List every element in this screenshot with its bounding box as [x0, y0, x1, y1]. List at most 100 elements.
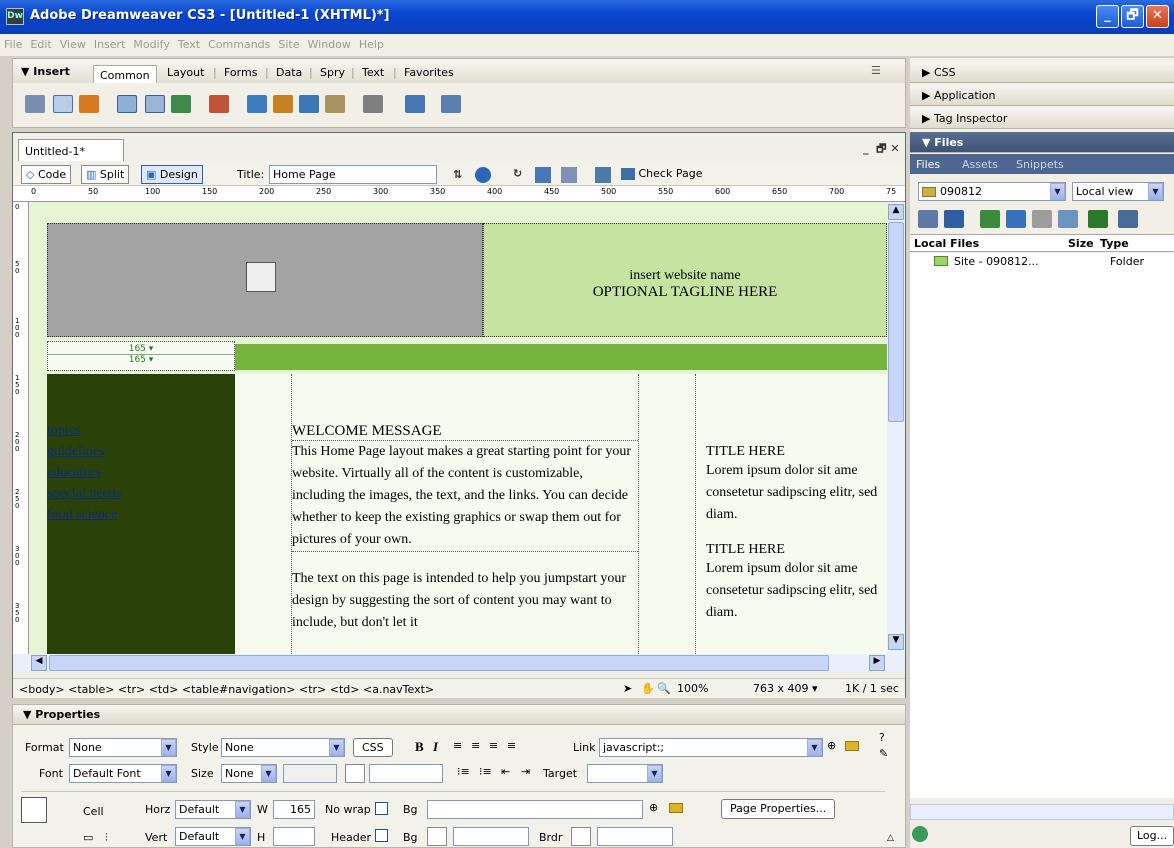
border-color-swatch[interactable]: [571, 827, 591, 846]
select-tool-icon[interactable]: ➤: [623, 682, 632, 695]
menu-modify[interactable]: Modify: [129, 34, 173, 51]
point-to-file-icon[interactable]: ⊕: [827, 739, 836, 752]
nav-link-guidelines[interactable]: guidelines: [47, 441, 235, 462]
div-icon[interactable]: [145, 95, 165, 113]
vert-select[interactable]: Default ▼: [175, 827, 251, 846]
style-select[interactable]: None ▼: [221, 738, 345, 757]
expand-icon[interactable]: [1118, 210, 1138, 228]
site-tagline[interactable]: OPTIONAL TAGLINE HERE: [484, 284, 886, 301]
menu-site[interactable]: Site: [274, 34, 303, 51]
column-size[interactable]: Size: [1068, 237, 1094, 250]
welcome-paragraph-2[interactable]: The text on this page is intended to hel…: [292, 568, 638, 634]
justify-icon[interactable]: ≡: [507, 739, 516, 752]
size-select[interactable]: None ▼: [221, 764, 277, 783]
email-link-icon[interactable]: [53, 95, 73, 113]
templates-icon[interactable]: [405, 95, 425, 113]
bg-color-input[interactable]: [453, 827, 529, 846]
indent-icon[interactable]: ⇥: [521, 765, 530, 778]
tab-favorites[interactable]: Favorites: [398, 63, 460, 82]
menu-window[interactable]: Window: [304, 34, 355, 51]
browse-folder-icon[interactable]: [669, 803, 683, 813]
column-type[interactable]: Type: [1100, 237, 1129, 250]
panel-options-icon[interactable]: ☰: [871, 64, 881, 77]
outdent-icon[interactable]: ⇤: [501, 765, 510, 778]
scroll-left-icon[interactable]: ◀: [31, 655, 47, 671]
target-select[interactable]: ▼: [587, 764, 663, 783]
nowrap-checkbox[interactable]: [375, 802, 388, 815]
main-content-cell[interactable]: WELCOME MESSAGE This Home Page layout ma…: [291, 374, 639, 654]
refresh-icon[interactable]: [944, 210, 964, 228]
file-row-name[interactable]: Site - 090812...: [954, 255, 1039, 268]
application-panel-header[interactable]: ▶ Application: [910, 85, 1174, 106]
menu-file[interactable]: File: [0, 34, 26, 51]
sidebar-text-1[interactable]: Lorem ipsum dolor sit ame consetetur sad…: [706, 460, 887, 526]
view-select[interactable]: Local view ▼: [1072, 182, 1164, 201]
align-center-icon[interactable]: ≡: [471, 739, 480, 752]
insert-bar-label[interactable]: ▼ Insert: [21, 65, 70, 78]
column-local-files[interactable]: Local Files: [914, 237, 979, 250]
named-anchor-icon[interactable]: [79, 95, 99, 113]
zoom-tool-icon[interactable]: 🔍: [657, 682, 671, 695]
horz-select[interactable]: Default ▼: [175, 800, 251, 819]
preview-in-browser-icon[interactable]: [475, 167, 491, 183]
properties-header[interactable]: ▼ Properties: [13, 705, 905, 725]
hand-tool-icon[interactable]: ✋: [641, 682, 655, 695]
css-panel-header[interactable]: ▶ CSS: [910, 62, 1174, 83]
site-select[interactable]: 090812 ▼: [918, 182, 1066, 201]
header-image-placeholder[interactable]: [47, 223, 483, 337]
server-side-include-icon[interactable]: [273, 95, 293, 113]
get-files-icon[interactable]: [980, 210, 1000, 228]
connect-icon[interactable]: [918, 210, 938, 228]
tab-data[interactable]: Data: [270, 63, 308, 82]
menu-view[interactable]: View: [56, 34, 90, 51]
merge-cells-icon[interactable]: ▭: [83, 831, 93, 844]
table-icon[interactable]: [117, 95, 137, 113]
tag-chooser-icon[interactable]: [441, 95, 461, 113]
welcome-paragraph-1[interactable]: This Home Page layout makes a great star…: [292, 441, 638, 552]
bold-button[interactable]: B: [415, 739, 424, 755]
image-icon[interactable]: [171, 95, 191, 113]
horizontal-scrollbar[interactable]: ◀ ▶: [13, 654, 905, 672]
text-color-swatch[interactable]: [345, 764, 365, 783]
nav-link-special-needs[interactable]: special needs: [47, 483, 235, 504]
view-options-icon[interactable]: [535, 167, 551, 183]
width-label[interactable]: 165 ▾: [48, 342, 234, 355]
comment-icon[interactable]: [299, 95, 319, 113]
border-color-input[interactable]: [597, 827, 673, 846]
menu-commands[interactable]: Commands: [204, 34, 274, 51]
head-icon[interactable]: [325, 95, 345, 113]
sidebar-text-2[interactable]: Lorem ipsum dolor sit ame consetetur sad…: [706, 558, 887, 624]
css-button[interactable]: CSS: [353, 738, 393, 757]
put-files-icon[interactable]: [1006, 210, 1026, 228]
vertical-scrollbar[interactable]: ▲ ▼: [887, 202, 905, 654]
font-select[interactable]: Default Font ▼: [69, 764, 177, 783]
split-view-button[interactable]: ▥ Split: [81, 165, 130, 184]
document-tab[interactable]: Untitled-1*: [18, 139, 124, 161]
bg-color-swatch[interactable]: [427, 827, 447, 846]
minimize-button[interactable]: _: [1096, 5, 1119, 28]
tab-assets[interactable]: Assets: [962, 158, 998, 171]
file-management-icon[interactable]: ⇅: [453, 168, 462, 181]
page-properties-button[interactable]: Page Properties...: [721, 799, 836, 819]
sidebar-title-1[interactable]: TITLE HERE: [706, 444, 887, 460]
tab-text[interactable]: Text: [356, 63, 390, 82]
window-size[interactable]: 763 x 409 ▾: [753, 682, 818, 695]
menu-insert[interactable]: Insert: [90, 34, 130, 51]
format-select[interactable]: None ▼: [69, 738, 177, 757]
browse-folder-icon[interactable]: [845, 741, 859, 751]
zoom-level[interactable]: 100%: [677, 682, 708, 695]
check-out-icon[interactable]: [1032, 210, 1052, 228]
design-canvas[interactable]: insert website name OPTIONAL TAGLINE HER…: [29, 202, 887, 654]
synchronize-icon[interactable]: [1088, 210, 1108, 228]
scroll-down-icon[interactable]: ▼: [888, 634, 904, 650]
script-icon[interactable]: [363, 95, 383, 113]
sidebar-title-2[interactable]: TITLE HERE: [706, 542, 887, 558]
align-left-icon[interactable]: ≡: [453, 739, 462, 752]
page-title-input[interactable]: Home Page: [269, 165, 437, 184]
validate-markup-icon[interactable]: [595, 167, 611, 183]
height-input[interactable]: [273, 827, 315, 846]
maximize-button[interactable]: 🗗: [1121, 5, 1144, 28]
tab-files[interactable]: Files: [916, 158, 940, 171]
files-panel-header[interactable]: ▼ Files: [910, 132, 1174, 153]
header-text-cell[interactable]: insert website name OPTIONAL TAGLINE HER…: [483, 223, 887, 337]
